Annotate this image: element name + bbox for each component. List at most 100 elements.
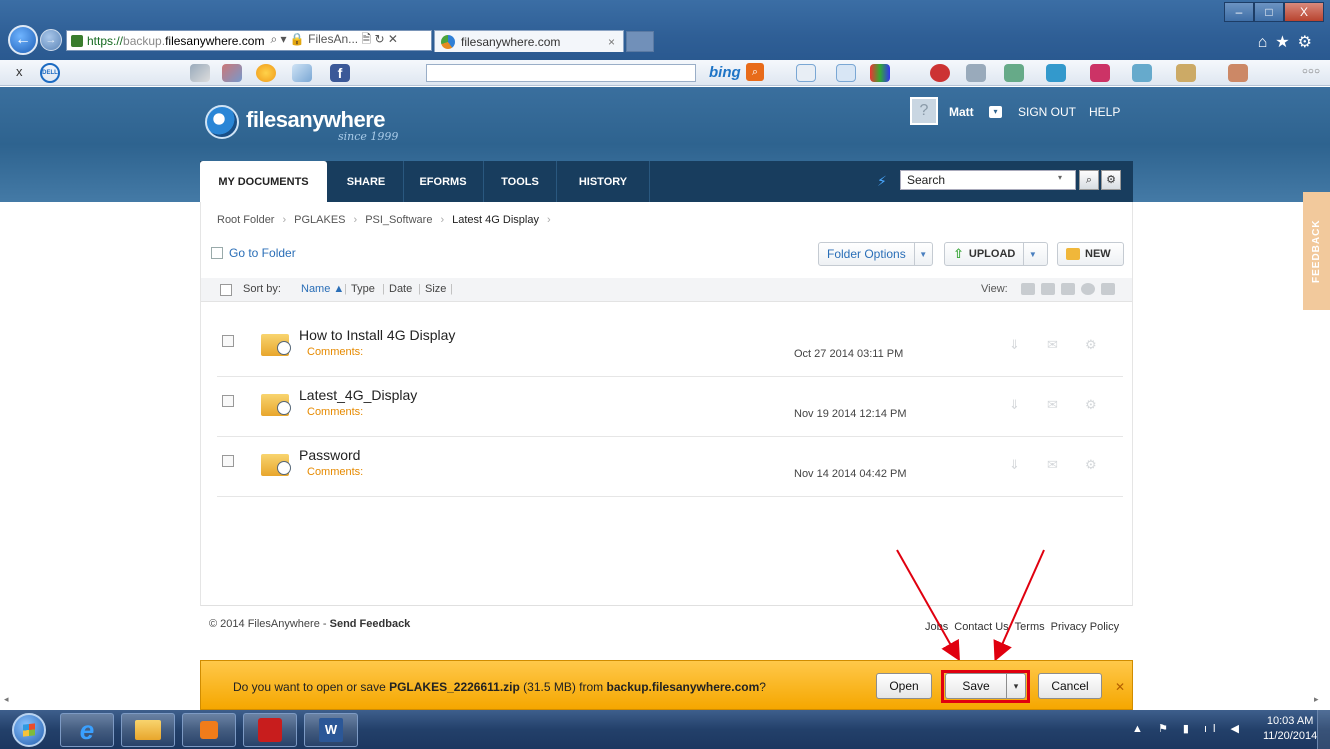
address-tools[interactable]: ⌕ ▾ 🔒 FilesAn... 🗎 ↻ ✕ <box>270 31 397 50</box>
footer-link-terms[interactable]: Terms <box>1015 621 1045 633</box>
email-icon[interactable]: ✉ <box>1047 397 1061 412</box>
like-icon[interactable] <box>796 64 816 82</box>
search-icon[interactable]: ⌕ <box>1079 170 1099 190</box>
app-icon[interactable] <box>1132 64 1152 82</box>
row-checkbox[interactable] <box>222 455 234 467</box>
go-to-folder-link[interactable]: Go to Folder <box>211 246 296 260</box>
home-favorites-tools-icons[interactable]: ⌂★⚙ <box>1258 32 1320 52</box>
msn-icon[interactable] <box>870 64 890 82</box>
toolbar-more-icon[interactable]: ○○○ <box>1302 66 1320 77</box>
app-icon[interactable] <box>222 64 242 82</box>
app-icon[interactable] <box>1176 64 1196 82</box>
send-feedback-link[interactable]: Send Feedback <box>330 618 411 630</box>
user-name[interactable]: Matt <box>949 105 974 119</box>
tab-tools[interactable]: TOOLS <box>485 161 555 202</box>
file-name[interactable]: Latest_4G_Display <box>299 387 417 403</box>
feedback-tab[interactable]: FEEDBACK <box>1303 192 1330 310</box>
list-view-icon[interactable] <box>1021 283 1035 295</box>
breadcrumb-psi-software[interactable]: PSI_Software <box>365 214 432 226</box>
weather-icon[interactable] <box>256 64 276 82</box>
sort-type-link[interactable]: Type <box>351 283 375 295</box>
user-menu-dropdown-icon[interactable]: ▾ <box>989 106 1002 118</box>
email-icon[interactable]: ✉ <box>1047 457 1061 472</box>
settings-icon[interactable]: ⚙ <box>1085 457 1099 472</box>
toolbar-close-icon[interactable]: x <box>16 64 23 79</box>
file-name[interactable]: Password <box>299 447 360 463</box>
new-tab-button[interactable] <box>626 31 654 52</box>
comments-link[interactable]: Comments: <box>307 406 363 418</box>
app-icon[interactable] <box>930 64 950 82</box>
download-icon[interactable]: ⇓ <box>1009 457 1023 472</box>
select-all-checkbox[interactable] <box>220 284 232 296</box>
filesanywhere-logo-icon[interactable] <box>205 105 239 139</box>
scroll-right-icon[interactable]: ▸ <box>1314 694 1319 705</box>
new-button[interactable]: NEW <box>1057 242 1124 266</box>
comments-link[interactable]: Comments: <box>307 466 363 478</box>
horizontal-scrollbar[interactable]: ◂ ▸ <box>0 694 1330 710</box>
tree-view-icon[interactable] <box>1061 283 1075 295</box>
upload-button[interactable]: ⇧ UPLOAD ▼ <box>944 242 1048 266</box>
file-row[interactable]: Latest_4G_Display Comments: Nov 19 2014 … <box>217 377 1123 437</box>
folder-options-button[interactable]: Folder Options ▼ <box>818 242 933 266</box>
file-row[interactable]: How to Install 4G Display Comments: Oct … <box>217 317 1123 377</box>
browser-tab[interactable]: filesanywhere.com × <box>434 30 624 52</box>
tab-close-icon[interactable]: × <box>608 35 615 49</box>
footer-link-jobs[interactable]: Jobs <box>925 621 948 633</box>
sign-out-link[interactable]: SIGN OUT <box>1018 105 1076 119</box>
app-icon[interactable] <box>1090 64 1110 82</box>
breadcrumb-pglakes[interactable]: PGLAKES <box>294 214 345 226</box>
app-icon[interactable] <box>1004 64 1024 82</box>
address-bar[interactable]: https:// backup. filesanywhere.com ⌕ ▾ 🔒… <box>66 30 432 51</box>
chat-icon[interactable] <box>836 64 856 82</box>
comments-link[interactable]: Comments: <box>307 346 363 358</box>
bing-search-icon[interactable]: ⌕ <box>746 63 764 81</box>
taskbar-internet-explorer[interactable]: e <box>60 713 114 747</box>
grid-view-icon[interactable] <box>1041 283 1055 295</box>
row-checkbox[interactable] <box>222 395 234 407</box>
footer-link-contact[interactable]: Contact Us <box>954 621 1008 633</box>
tab-history[interactable]: HISTORY <box>558 161 648 202</box>
app-icon[interactable] <box>1046 64 1066 82</box>
search-dropdown-icon[interactable]: ▾ <box>1058 173 1062 182</box>
file-row[interactable]: Password Comments: Nov 14 2014 04:42 PM … <box>217 437 1123 497</box>
toolbar-search-input[interactable] <box>426 64 696 82</box>
dell-icon[interactable]: DELL <box>40 63 60 83</box>
tab-my-documents[interactable]: MY DOCUMENTS <box>200 161 327 202</box>
site-search-input[interactable]: Search <box>900 170 1076 190</box>
download-icon[interactable]: ⇓ <box>1009 397 1023 412</box>
settings-icon[interactable]: ⚙ <box>1085 337 1099 352</box>
breadcrumb-root[interactable]: Root Folder <box>217 214 274 226</box>
sort-date-link[interactable]: Date <box>389 283 412 295</box>
taskbar-file-explorer[interactable] <box>121 713 175 747</box>
forward-button[interactable]: → <box>40 29 62 51</box>
maximize-button[interactable]: □ <box>1254 2 1284 22</box>
taskbar-adobe-reader[interactable] <box>243 713 297 747</box>
help-link[interactable]: HELP <box>1089 105 1120 119</box>
scroll-left-icon[interactable]: ◂ <box>4 694 9 705</box>
close-window-button[interactable]: X <box>1284 2 1324 22</box>
download-icon[interactable]: ⇓ <box>1009 337 1023 352</box>
file-name[interactable]: How to Install 4G Display <box>299 327 455 343</box>
thumbnail-view-icon[interactable] <box>1081 283 1095 295</box>
user-avatar[interactable]: ? <box>910 97 938 125</box>
close-notification-icon[interactable]: ✕ <box>1115 680 1125 694</box>
settings-icon[interactable]: ⚙ <box>1085 397 1099 412</box>
search-options-icon[interactable]: ⚙ <box>1101 170 1121 190</box>
folder-icon[interactable] <box>261 390 293 416</box>
taskbar-word[interactable]: W <box>304 713 358 747</box>
facebook-icon[interactable]: f <box>330 64 350 82</box>
app-icon[interactable] <box>966 64 986 82</box>
chevron-down-icon[interactable]: ▼ <box>1023 243 1041 265</box>
system-tray[interactable]: ▲ ⚑ ▮ ıl ◀ <box>1132 722 1245 735</box>
tab-eforms[interactable]: EFORMS <box>405 161 481 202</box>
system-clock[interactable]: 10:03 AM 11/20/2014 <box>1263 714 1317 744</box>
footer-link-privacy[interactable]: Privacy Policy <box>1051 621 1119 633</box>
taskbar-media[interactable] <box>182 713 236 747</box>
minimize-button[interactable]: – <box>1224 2 1254 22</box>
row-checkbox[interactable] <box>222 335 234 347</box>
chart-view-icon[interactable] <box>1101 283 1115 295</box>
email-icon[interactable]: ✉ <box>1047 337 1061 352</box>
folder-icon[interactable] <box>261 330 293 356</box>
app-icon[interactable] <box>1228 64 1248 82</box>
sort-name-link[interactable]: Name ▲ <box>301 283 344 295</box>
